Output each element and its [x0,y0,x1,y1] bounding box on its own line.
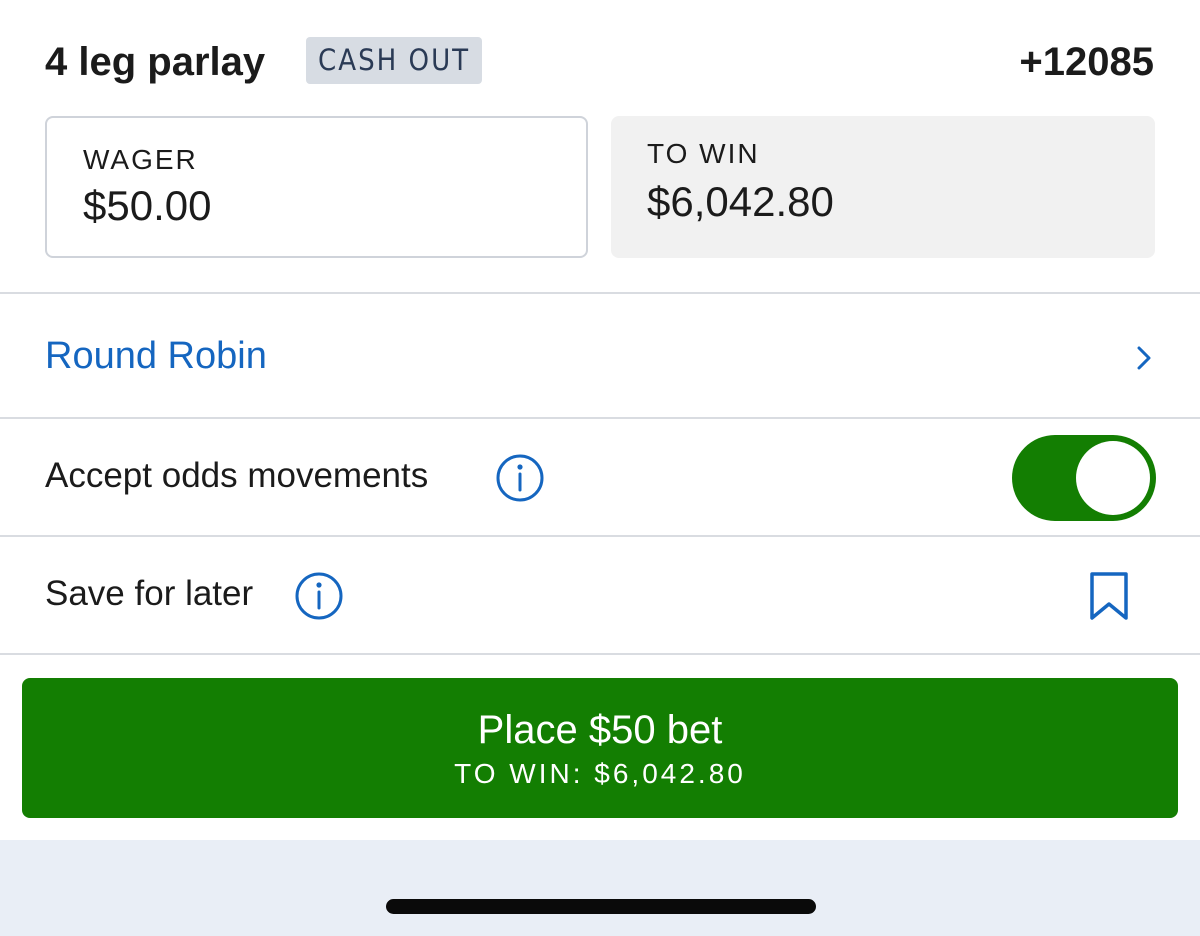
round-robin-link[interactable]: Round Robin [45,335,267,378]
bet-header: 4 leg parlay CASH OUT +12085 [0,0,1200,120]
info-icon[interactable] [294,571,344,621]
cash-out-badge: CASH OUT [306,37,483,84]
parlay-odds: +12085 [1019,40,1154,84]
wager-value[interactable]: $50.00 [83,182,211,230]
place-bet-label[interactable]: Place $50 bet [0,708,1200,753]
accept-odds-label: Accept odds movements [45,456,429,495]
to-win-label: TO WIN [647,138,760,169]
wager-field[interactable]: WAGER $50.00 [45,116,588,258]
chevron-right-icon[interactable] [1132,343,1156,373]
to-win-value: $6,042.80 [647,178,834,225]
divider [0,653,1200,655]
divider [0,417,1200,419]
save-for-later-label: Save for later [45,574,254,613]
footer-bar [0,840,1200,936]
to-win-field: TO WIN $6,042.80 [611,116,1155,258]
accept-odds-toggle[interactable] [1012,435,1156,521]
bet-title: 4 leg parlay [45,40,266,84]
wager-label: WAGER [83,144,198,175]
divider [0,535,1200,537]
toggle-knob [1076,441,1150,515]
home-indicator[interactable] [386,899,816,914]
bookmark-icon[interactable] [1088,571,1130,621]
place-bet-sublabel[interactable]: TO WIN: $6,042.80 [0,758,1200,790]
info-icon[interactable] [495,453,545,503]
